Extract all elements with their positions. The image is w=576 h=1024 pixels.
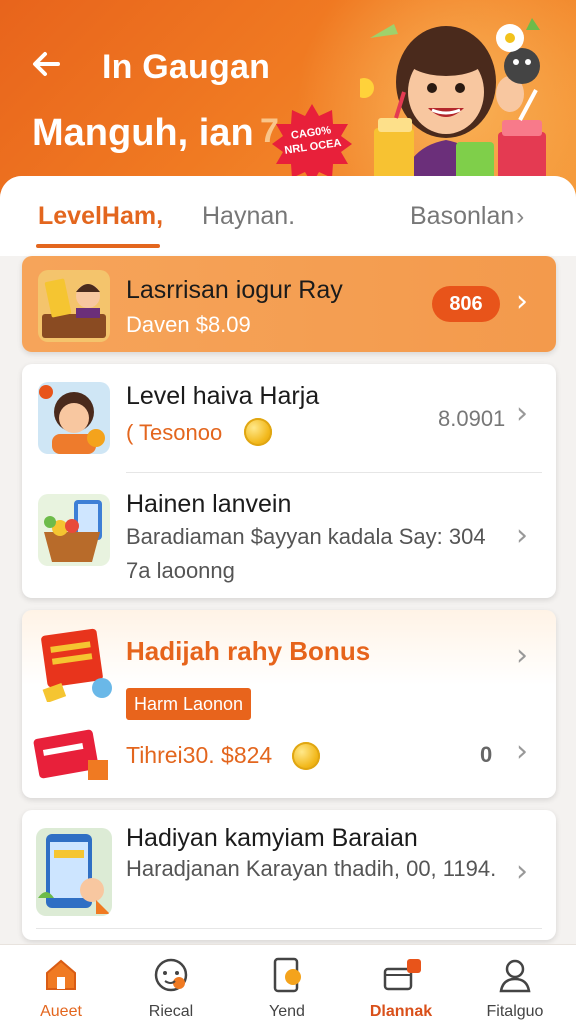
tab-haynan[interactable]: Haynan. xyxy=(202,202,295,231)
page-title: In Gaugan xyxy=(102,48,271,86)
list-item-subtitle: ( Tesonoo xyxy=(126,420,223,445)
nav-label: Aueet xyxy=(40,1003,82,1020)
list-card-2: Hadiyan kamyiam Baraian Haradjanan Karay… xyxy=(22,810,556,940)
nav-item-profile[interactable]: Fitalguo xyxy=(460,955,570,1021)
back-button[interactable] xyxy=(28,46,68,86)
chevron-right-icon[interactable]: › xyxy=(516,284,528,319)
nav-label: Dlannak xyxy=(369,1003,433,1020)
red-coupon-icon xyxy=(32,724,112,786)
chevron-right-icon[interactable]: › xyxy=(516,396,528,431)
list-item-title: Level haiva Harja xyxy=(126,382,320,410)
bonus-title: Hadijah rahy Bonus xyxy=(126,636,371,666)
tab-basonlan-label: Basonlan xyxy=(410,202,515,230)
bonus-card: Hadijah rahy Bonus › Harm Laonon Tihrei3… xyxy=(22,610,556,798)
bonus-count: 0 xyxy=(480,742,493,767)
nav-label: Fitalguo xyxy=(486,1003,544,1020)
user-icon xyxy=(499,959,531,993)
list-item-value: 8.0901 xyxy=(438,406,506,431)
chevron-right-icon[interactable]: › xyxy=(516,638,528,673)
coin-gift-box-icon xyxy=(38,270,110,342)
tab-bar: LevelHam, Haynan. Basonlan› xyxy=(0,176,576,256)
bonus-amount: Tihrei30. $824 xyxy=(126,742,273,768)
bonus-tag: Harm Laonon xyxy=(126,688,252,720)
nav-label: Riecal xyxy=(148,1003,194,1020)
nav-item-cart[interactable]: Dlannak xyxy=(346,955,456,1021)
arrow-left-icon xyxy=(33,52,60,76)
phone-shopping-icon xyxy=(36,828,112,916)
divider xyxy=(36,928,542,929)
home-icon xyxy=(46,959,76,990)
list-item-title: Hainen lanvein xyxy=(126,490,292,518)
chevron-right-icon: › xyxy=(516,203,525,230)
list-card-1: Level haiva Harja ( Tesonoo 8.0901 › Hai… xyxy=(22,364,556,598)
list-item-subtitle: Baradiaman $ayyan kadala Say: 304 xyxy=(126,524,486,549)
coin-icon xyxy=(244,418,272,446)
tab-level[interactable]: LevelHam, xyxy=(38,202,163,231)
bottom-navigation: Aueet Riecal Yend Dlannak Fitalguo xyxy=(0,944,576,1024)
list-item-title: Hadiyan kamyiam Baraian xyxy=(126,824,418,852)
featured-subtitle: Daven $8.09 xyxy=(126,312,251,337)
active-tab-indicator xyxy=(36,244,160,248)
coin-icon xyxy=(292,742,320,770)
nav-item-send[interactable]: Yend xyxy=(232,955,342,1021)
featured-card[interactable]: Lasrrisan iogur Ray Daven $8.09 806 › xyxy=(22,256,556,352)
face-icon xyxy=(154,958,188,992)
featured-points-pill[interactable]: 806 xyxy=(432,286,500,322)
page-subtitle: Manguh, ian xyxy=(32,112,254,154)
chevron-right-icon[interactable]: › xyxy=(516,854,528,889)
chevron-right-icon[interactable]: › xyxy=(516,734,528,769)
tab-basonlan[interactable]: Basonlan› xyxy=(410,202,524,231)
red-gift-ticket-icon xyxy=(36,626,116,702)
list-item-subtitle-2: 7a laoonng xyxy=(126,558,235,583)
chevron-right-icon[interactable]: › xyxy=(516,518,528,553)
list-item-subtitle: Haradjanan Karayan thadih, 00, 1194. xyxy=(126,856,497,881)
nav-item-face[interactable]: Riecal xyxy=(116,955,226,1021)
avatar-coin-icon xyxy=(38,382,110,454)
mascot-illustration xyxy=(360,18,546,198)
cart-box-icon xyxy=(383,959,421,991)
phone-coin-icon xyxy=(273,957,301,993)
divider xyxy=(126,472,542,473)
fruit-basket-phone-icon xyxy=(38,494,110,566)
nav-item-home[interactable]: Aueet xyxy=(6,955,116,1021)
featured-title: Lasrrisan iogur Ray xyxy=(126,276,343,304)
nav-label: Yend xyxy=(269,1003,305,1020)
